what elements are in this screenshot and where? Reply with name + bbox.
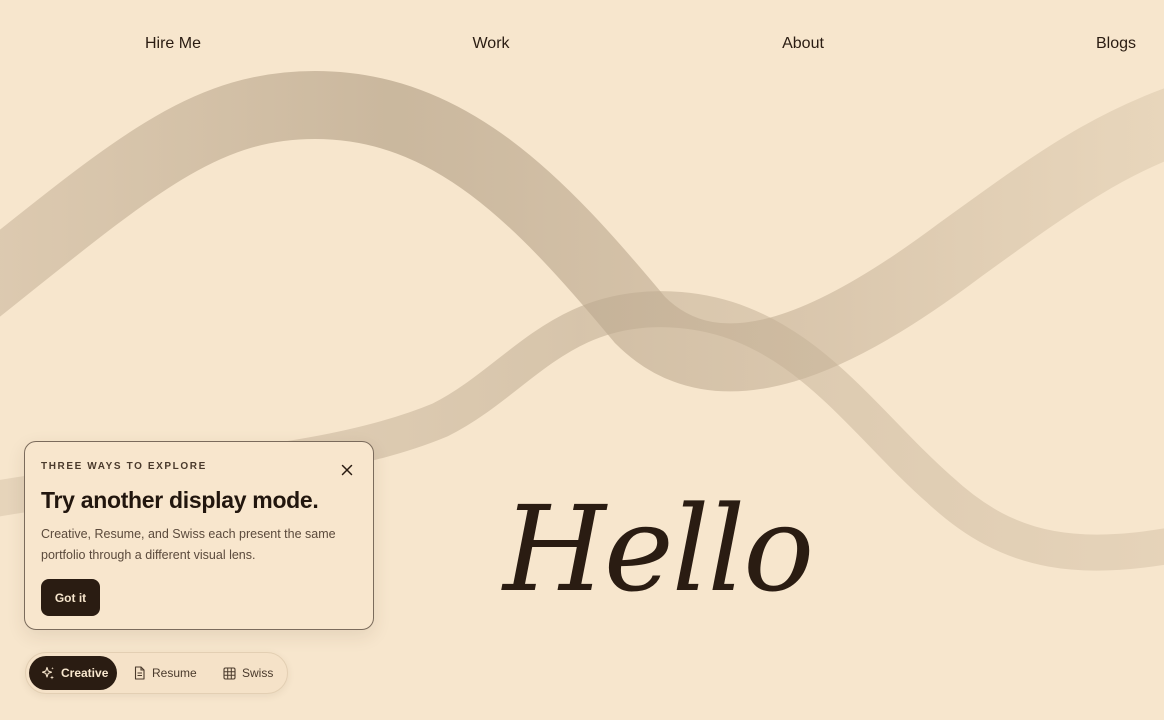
nav-link-about[interactable]: About	[782, 35, 824, 53]
mode-label: Swiss	[242, 666, 274, 680]
card-eyebrow: THREE WAYS TO EXPLORE	[41, 461, 207, 472]
display-mode-onboarding-card: THREE WAYS TO EXPLORE Try another displa…	[24, 441, 374, 630]
got-it-button[interactable]: Got it	[41, 579, 100, 616]
card-title: Try another display mode.	[41, 487, 319, 513]
mode-creative-button[interactable]: Creative	[29, 656, 117, 690]
hero-greeting-text: Hello	[501, 480, 812, 618]
hero-greeting: Hello	[497, 478, 814, 618]
nav-link-work[interactable]: Work	[472, 35, 509, 53]
close-icon[interactable]	[337, 460, 357, 480]
nav-link-blogs[interactable]: Blogs	[1096, 35, 1136, 53]
display-mode-switcher: Creative Resume Swiss	[25, 652, 288, 694]
page: Hire Me Work About Blogs Hello THREE WAY…	[0, 0, 1164, 720]
nav-link-hire-me[interactable]: Hire Me	[145, 35, 201, 53]
document-icon	[134, 666, 145, 680]
sparkles-icon	[41, 666, 54, 680]
mode-label: Resume	[152, 666, 197, 680]
mode-label: Creative	[61, 666, 109, 680]
mode-resume-button[interactable]: Resume	[133, 656, 197, 690]
grid-icon	[223, 666, 236, 680]
card-description: Creative, Resume, and Swiss each present…	[41, 527, 336, 562]
mode-swiss-button[interactable]: Swiss	[223, 656, 273, 690]
top-navigation: Hire Me Work About Blogs	[0, 0, 1164, 90]
